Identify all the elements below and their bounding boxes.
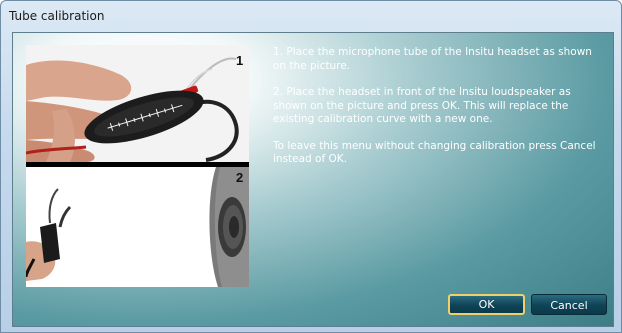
tube-calibration-dialog: Tube calibration 1 2 1. Place the microp… (0, 0, 622, 333)
image-number-2: 2 (236, 170, 244, 185)
cancel-note: To leave this menu without changing cali… (273, 139, 596, 166)
title-bar[interactable]: Tube calibration (1, 1, 621, 31)
loudspeaker-photo: 2 (26, 167, 249, 287)
headset-tube-illustration (26, 45, 249, 162)
loudspeaker-illustration (26, 167, 249, 287)
ok-button[interactable]: OK (448, 294, 525, 315)
dialog-content: 1 2 1. Place the microphone tube of the … (12, 32, 614, 327)
instruction-images: 1 2 (26, 45, 249, 287)
instruction-step-1: 1. Place the microphone tube of the Insi… (273, 46, 592, 72)
headset-tube-photo: 1 (26, 45, 249, 162)
instruction-step-2: 2. Place the headset in front of the Ins… (273, 86, 571, 125)
cancel-button[interactable]: Cancel (531, 294, 607, 315)
instructions-text: 1. Place the microphone tube of the Insi… (273, 46, 603, 180)
image-number-1: 1 (236, 53, 244, 68)
dialog-title: Tube calibration (9, 9, 105, 23)
